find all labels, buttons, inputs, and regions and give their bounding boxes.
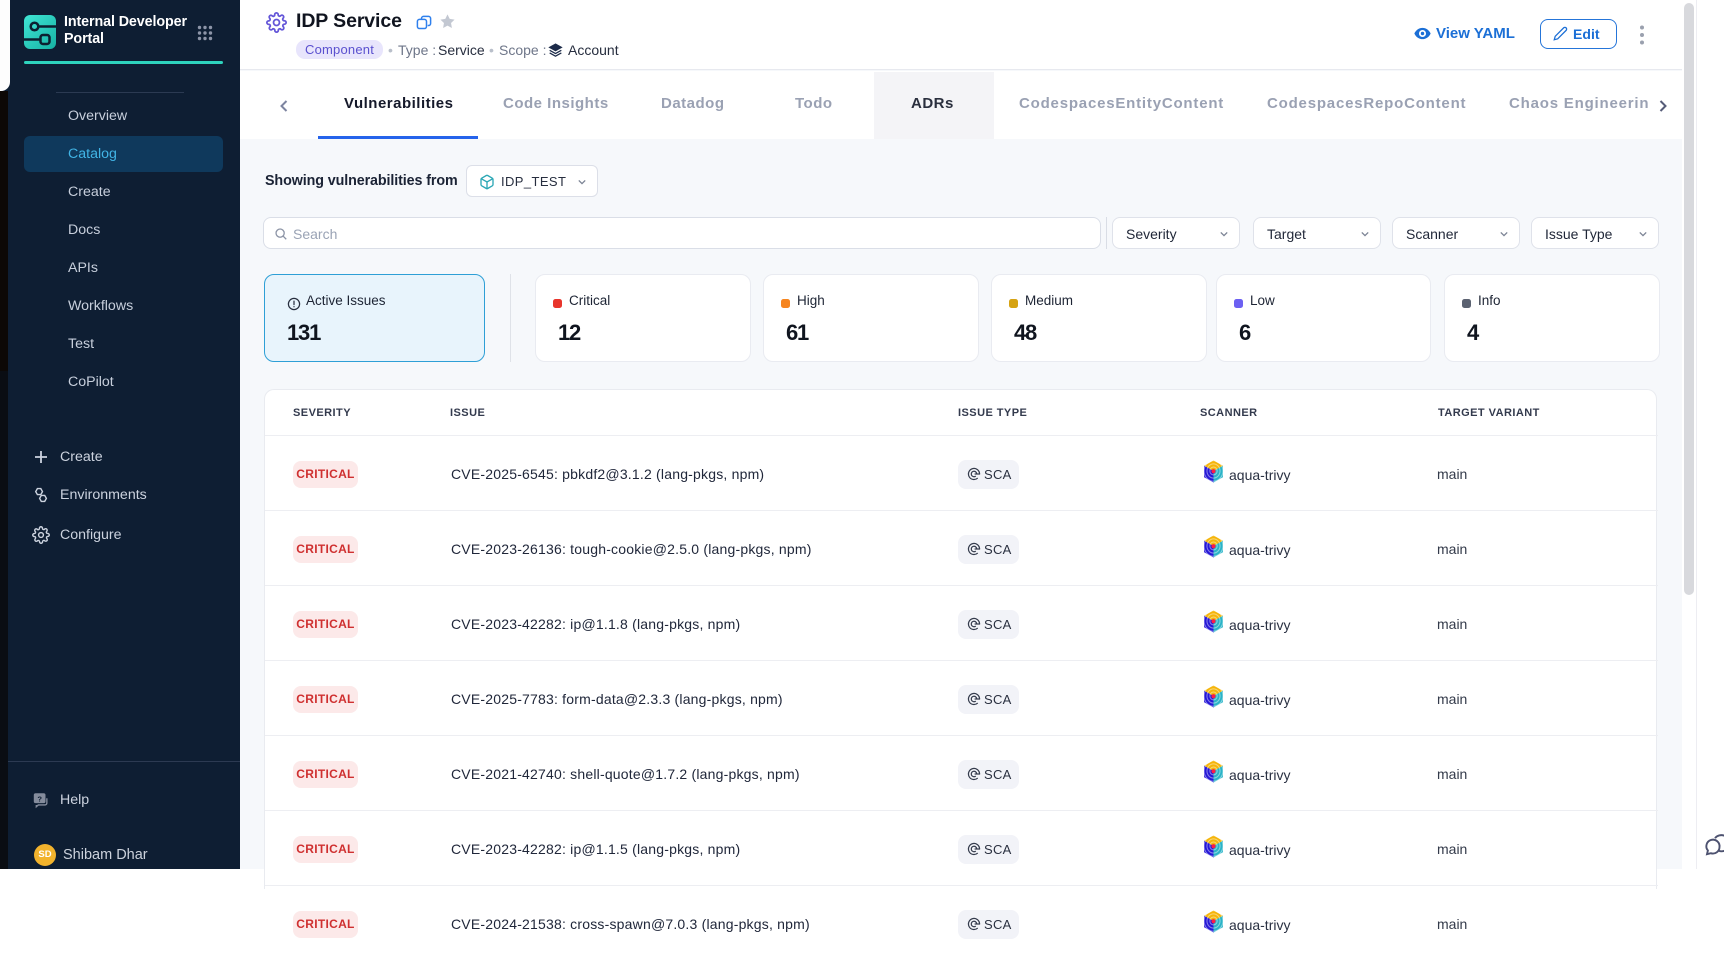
svg-text:?: ? xyxy=(37,794,42,803)
